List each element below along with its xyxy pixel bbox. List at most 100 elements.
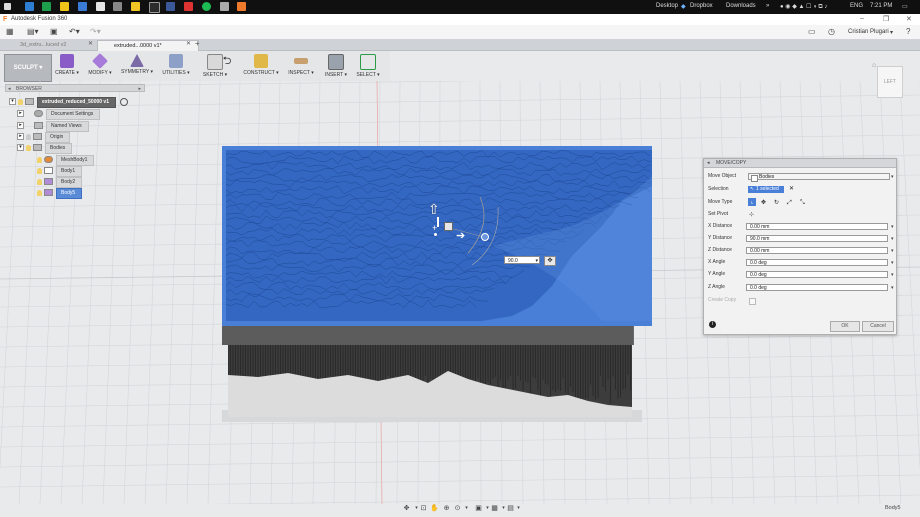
- word-icon[interactable]: [78, 2, 87, 11]
- zoom-dropdown-icon[interactable]: ▾: [462, 504, 471, 513]
- new-tab-plus-icon[interactable]: +: [195, 39, 200, 48]
- app-icon[interactable]: [25, 2, 34, 11]
- z-axis-arrow-icon[interactable]: ⇧: [428, 201, 440, 218]
- view-cube[interactable]: LEFT: [877, 66, 903, 98]
- store-icon[interactable]: [113, 2, 122, 11]
- grid-settings-icon[interactable]: ▦: [490, 504, 499, 513]
- tab-close-icon[interactable]: ✕: [186, 40, 191, 47]
- browser-body-body5[interactable]: Body5: [37, 188, 83, 199]
- language-indicator[interactable]: ENG: [850, 3, 863, 9]
- job-status-icon[interactable]: ▭: [808, 28, 816, 36]
- inspect-menu[interactable]: INSPECT ▾: [287, 54, 315, 81]
- terminal-icon[interactable]: [149, 2, 160, 13]
- collapse-icon[interactable]: ◂: [8, 85, 11, 93]
- zoom-icon[interactable]: ⊕: [442, 504, 451, 513]
- dropbox-toolbar-label[interactable]: Dropbox: [690, 3, 713, 9]
- visibility-bulb-icon[interactable]: [18, 98, 23, 105]
- chevron-icon[interactable]: »: [766, 3, 769, 9]
- activate-radio-icon[interactable]: [120, 97, 129, 106]
- distance-input[interactable]: 90.0 ▾: [504, 256, 540, 264]
- panel-menu-icon[interactable]: ▸: [138, 85, 141, 93]
- dropdown-chevron-icon[interactable]: ▾: [891, 270, 894, 281]
- z-angle-input[interactable]: 0.0 deg: [746, 284, 888, 291]
- visibility-bulb-icon[interactable]: [37, 189, 42, 196]
- create-menu[interactable]: CREATE ▾: [54, 54, 80, 81]
- rotate-handle-icon[interactable]: [481, 233, 489, 241]
- browser-item-bodies[interactable]: ▾ Bodies: [17, 143, 73, 154]
- workspace-switcher[interactable]: SCULPT ▾: [4, 54, 52, 82]
- visibility-bulb-icon[interactable]: [37, 156, 42, 163]
- browser-root[interactable]: ▾ extruded_reduced_50000 v1: [9, 97, 129, 108]
- windows-start-icon[interactable]: [4, 3, 11, 10]
- y-distance-input[interactable]: 90.0 mm: [746, 235, 888, 242]
- orbit-icon[interactable]: ✥: [402, 504, 411, 513]
- downloads-toolbar-label[interactable]: Downloads: [726, 3, 756, 9]
- cancel-button[interactable]: Cancel: [862, 321, 894, 332]
- browser-body-meshbody1[interactable]: MeshBody1: [37, 155, 95, 166]
- chrome-icon[interactable]: [60, 2, 69, 11]
- viewports-dropdown-icon[interactable]: ▾: [514, 504, 523, 513]
- maximize-icon[interactable]: ❐: [883, 15, 889, 23]
- y-angle-input[interactable]: 0.0 deg: [746, 271, 888, 278]
- x-angle-input[interactable]: 0.0 deg: [746, 259, 888, 266]
- fit-window-icon[interactable]: ⊙: [453, 504, 462, 513]
- create-copy-checkbox[interactable]: [749, 298, 756, 305]
- browser-item-named-views[interactable]: ▸ Named Views: [17, 121, 89, 132]
- app-icon-2[interactable]: [220, 2, 229, 11]
- dropbox-icon[interactable]: ◆: [681, 3, 686, 10]
- user-menu[interactable]: Cristian Plugari: [848, 29, 889, 35]
- move-object-select[interactable]: Bodies: [748, 173, 890, 182]
- clock[interactable]: 7:21 PM: [870, 3, 892, 9]
- history-clock-icon[interactable]: ◷: [828, 28, 835, 36]
- expand-icon[interactable]: ▾: [9, 98, 16, 106]
- expand-icon[interactable]: ▾: [17, 144, 24, 152]
- browser-body-body1[interactable]: Body1: [37, 166, 83, 177]
- select-menu[interactable]: SELECT ▾: [354, 54, 382, 81]
- finish-sketch-icon[interactable]: ⮌: [216, 54, 238, 81]
- point-to-point-icon[interactable]: ⤢: [787, 198, 792, 209]
- distance-dropdown-icon[interactable]: ▾: [535, 257, 538, 265]
- browser-item-document-settings[interactable]: ▸ Document Settings: [17, 109, 101, 120]
- minimize-icon[interactable]: –: [860, 15, 864, 22]
- symmetry-menu[interactable]: SYMMETRY ▾: [120, 54, 154, 81]
- utilities-menu[interactable]: UTILITIES ▾: [162, 54, 190, 81]
- point-to-position-icon[interactable]: ⤡: [800, 198, 805, 209]
- y-axis-arrow-icon[interactable]: ➔: [456, 229, 465, 242]
- pan-hand-icon[interactable]: ✋: [430, 504, 439, 513]
- translate-icon[interactable]: ✥: [761, 198, 766, 209]
- set-pivot-icon[interactable]: ⊹: [749, 210, 754, 221]
- pivot-cube-icon[interactable]: [444, 222, 453, 231]
- expand-icon[interactable]: ▸: [17, 122, 24, 130]
- dialog-header[interactable]: ◂ MOVE/COPY: [704, 159, 896, 168]
- visibility-bulb-icon[interactable]: [37, 167, 42, 174]
- close-icon[interactable]: ✕: [906, 15, 912, 23]
- modify-menu[interactable]: MODIFY ▾: [86, 53, 114, 81]
- construct-menu[interactable]: CONSTRUCT ▾: [243, 54, 279, 81]
- mesh-body-base[interactable]: [227, 345, 632, 417]
- excel-icon[interactable]: [42, 2, 51, 11]
- origin-dot-icon[interactable]: [434, 233, 437, 236]
- notification-icon[interactable]: ▭: [902, 3, 908, 10]
- visibility-bulb-icon[interactable]: [26, 144, 31, 151]
- fusion-taskbar-icon[interactable]: [237, 2, 246, 11]
- dropdown-chevron-icon[interactable]: ▾: [891, 234, 894, 245]
- home-view-icon[interactable]: ⌂: [872, 62, 876, 69]
- plane-move-icon[interactable]: +: [432, 223, 437, 233]
- browser-header[interactable]: ◂ BROWSER ▸: [5, 84, 145, 92]
- clear-selection-icon[interactable]: ✕: [789, 184, 794, 195]
- tab-close-icon[interactable]: ✕: [88, 40, 93, 47]
- dropdown-chevron-icon[interactable]: ▾: [891, 283, 894, 294]
- dropdown-chevron-icon[interactable]: ▾: [891, 222, 894, 233]
- data-panel-grid-icon[interactable]: ▦: [6, 28, 14, 36]
- move-mode-icon[interactable]: ✥: [544, 256, 556, 266]
- z-distance-input[interactable]: 0.00 mm: [746, 247, 888, 254]
- rotate-icon[interactable]: ↻: [774, 198, 779, 209]
- browser-body-body2[interactable]: Body2: [37, 177, 83, 188]
- insert-menu[interactable]: INSERT ▾: [322, 54, 350, 81]
- ok-button[interactable]: OK: [830, 321, 860, 332]
- info-icon[interactable]: i: [709, 321, 716, 328]
- media-icon[interactable]: [184, 2, 193, 11]
- file-menu-icon[interactable]: ▤▾: [27, 28, 39, 36]
- display-settings-icon[interactable]: ▣: [474, 504, 483, 513]
- redo-icon[interactable]: ↷▾: [90, 28, 101, 36]
